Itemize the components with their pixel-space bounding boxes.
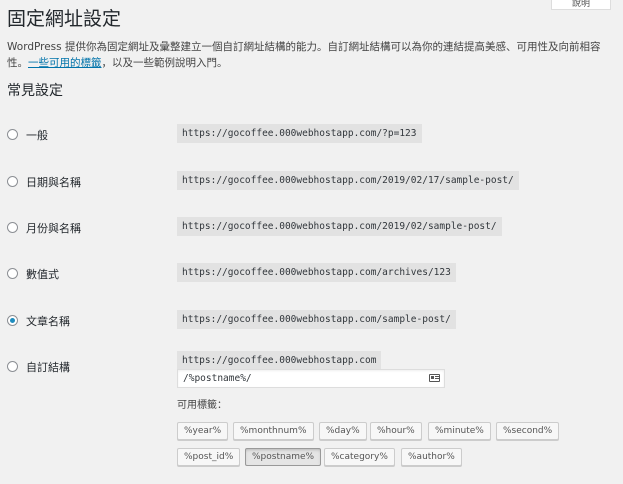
radio-post-name[interactable]	[7, 315, 18, 326]
radio-plain[interactable]	[7, 129, 18, 140]
common-settings-heading: 常見設定	[7, 83, 63, 99]
tag-button-minute[interactable]: %minute%	[428, 422, 491, 440]
option-label[interactable]: 月份與名稱	[26, 220, 81, 236]
option-numeric[interactable]: 數值式 https://gocoffee.000webhostapp.com/a…	[0, 263, 623, 285]
tag-button-monthnum[interactable]: %monthnum%	[233, 422, 314, 440]
option-label[interactable]: 文章名稱	[26, 313, 70, 329]
help-tab-button[interactable]: 說明	[551, 0, 611, 10]
page-title: 固定網址設定	[7, 8, 122, 30]
option-label[interactable]: 自訂結構	[26, 359, 70, 375]
option-post-name[interactable]: 文章名稱 https://gocoffee.000webhostapp.com/…	[0, 310, 623, 332]
example-url: https://gocoffee.000webhostapp.com/sampl…	[177, 310, 456, 329]
card-icon	[429, 374, 440, 382]
option-plain[interactable]: 一般 https://gocoffee.000webhostapp.com/?p…	[0, 124, 623, 146]
option-month-name[interactable]: 月份與名稱 https://gocoffee.000webhostapp.com…	[0, 217, 623, 239]
intro-suffix: ，以及一些範例說明入門。	[101, 57, 228, 69]
custom-structure-input[interactable]: /%postname%/	[177, 369, 445, 388]
available-tags-label: 可用標籤：	[177, 400, 227, 411]
tag-button-postname[interactable]: %postname%	[245, 448, 322, 466]
example-url: https://gocoffee.000webhostapp.com/2019/…	[177, 171, 519, 190]
example-url: https://gocoffee.000webhostapp.com/2019/…	[177, 217, 502, 236]
example-url: https://gocoffee.000webhostapp.com/archi…	[177, 263, 456, 282]
intro-paragraph: WordPress 提供你為固定網址及彙整建立一個自訂網址結構的能力。自訂網址結…	[7, 39, 613, 71]
radio-day-name[interactable]	[7, 176, 18, 187]
tag-button-hour[interactable]: %hour%	[370, 422, 422, 440]
option-label[interactable]: 數值式	[26, 266, 59, 282]
radio-custom-structure[interactable]	[7, 361, 18, 372]
available-tags-link[interactable]: 一些可用的標籤	[28, 57, 102, 69]
tag-button-post-id[interactable]: %post_id%	[177, 448, 241, 466]
option-label[interactable]: 一般	[26, 127, 48, 143]
custom-structure-value[interactable]: /%postname%/	[183, 373, 252, 384]
example-url: https://gocoffee.000webhostapp.com/?p=12…	[177, 124, 422, 143]
custom-base-url: https://gocoffee.000webhostapp.com	[177, 351, 382, 370]
tag-button-author[interactable]: %author%	[401, 448, 462, 466]
tag-button-second[interactable]: %second%	[496, 422, 560, 440]
tag-button-year[interactable]: %year%	[177, 422, 229, 440]
tag-button-day[interactable]: %day%	[319, 422, 367, 440]
radio-numeric[interactable]	[7, 268, 18, 279]
tag-button-category[interactable]: %category%	[324, 448, 395, 466]
option-day-name[interactable]: 日期與名稱 https://gocoffee.000webhostapp.com…	[0, 171, 623, 193]
radio-month-name[interactable]	[7, 222, 18, 233]
option-label[interactable]: 日期與名稱	[26, 174, 81, 190]
